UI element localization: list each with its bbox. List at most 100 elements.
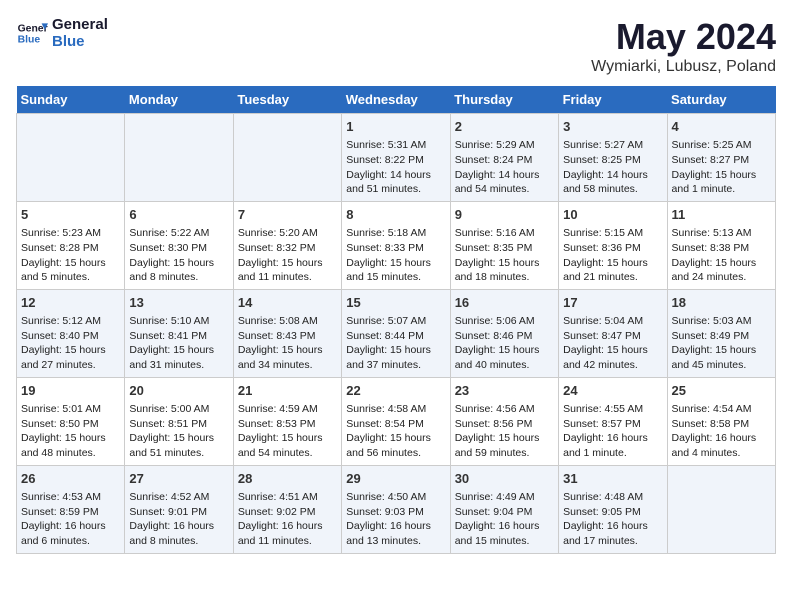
calendar-cell: 22 Sunrise: 4:58 AMSunset: 8:54 PMDayligh… [342,377,450,465]
calendar-week-row: 19 Sunrise: 5:01 AMSunset: 8:50 PMDayligh… [17,377,776,465]
calendar-cell: 11 Sunrise: 5:13 AMSunset: 8:38 PMDayligh… [667,201,775,289]
day-number: 7 [238,206,337,224]
day-number: 31 [563,470,662,488]
calendar-week-row: 26 Sunrise: 4:53 AMSunset: 8:59 PMDayligh… [17,465,776,553]
cell-details: Sunrise: 5:01 AMSunset: 8:50 PMDaylight:… [21,402,120,461]
col-wednesday: Wednesday [342,86,450,114]
day-number: 3 [563,118,662,136]
day-number: 23 [455,382,554,400]
col-sunday: Sunday [17,86,125,114]
day-number: 22 [346,382,445,400]
calendar-cell: 30Sunrise: 4:49 AMSunset: 9:04 PMDayligh… [450,465,558,553]
cell-details: Sunrise: 5:00 AMSunset: 8:51 PMDaylight:… [129,402,228,461]
cell-details: Sunrise: 5:13 AMSunset: 8:38 PMDaylight:… [672,226,771,285]
logo-icon: General Blue [16,17,48,49]
cell-details: Sunrise: 4:51 AMSunset: 9:02 PMDaylight:… [238,490,337,549]
calendar-cell: 9Sunrise: 5:16 AMSunset: 8:35 PMDaylight… [450,201,558,289]
col-friday: Friday [559,86,667,114]
cell-details: Sunrise: 5:08 AMSunset: 8:43 PMDaylight:… [238,314,337,373]
day-number: 4 [672,118,771,136]
calendar-cell: 7 Sunrise: 5:20 AMSunset: 8:32 PMDaylight… [233,201,341,289]
cell-details: Sunrise: 4:53 AMSunset: 8:59 PMDaylight:… [21,490,120,549]
cell-details: Sunrise: 5:22 AMSunset: 8:30 PMDaylight:… [129,226,228,285]
cell-details: Sunrise: 4:48 AMSunset: 9:05 PMDaylight:… [563,490,662,549]
col-tuesday: Tuesday [233,86,341,114]
calendar-cell: 14 Sunrise: 5:08 AMSunset: 8:43 PMDayligh… [233,289,341,377]
calendar-cell [233,114,341,202]
calendar-cell: 6Sunrise: 5:22 AMSunset: 8:30 PMDaylight… [125,201,233,289]
calendar-cell: 2 Sunrise: 5:29 AMSunset: 8:24 PMDaylight… [450,114,558,202]
calendar-header-row: Sunday Monday Tuesday Wednesday Thursday… [17,86,776,114]
calendar-cell: 19 Sunrise: 5:01 AMSunset: 8:50 PMDayligh… [17,377,125,465]
calendar-cell [125,114,233,202]
calendar-cell: 3 Sunrise: 5:27 AMSunset: 8:25 PMDaylight… [559,114,667,202]
calendar-cell: 4 Sunrise: 5:25 AMSunset: 8:27 PMDaylight… [667,114,775,202]
day-number: 13 [129,294,228,312]
col-saturday: Saturday [667,86,775,114]
cell-details: Sunrise: 4:49 AMSunset: 9:04 PMDaylight:… [455,490,554,549]
day-number: 29 [346,470,445,488]
day-number: 25 [672,382,771,400]
day-number: 14 [238,294,337,312]
day-number: 15 [346,294,445,312]
calendar-cell: 27 Sunrise: 4:52 AMSunset: 9:01 PMDayligh… [125,465,233,553]
col-thursday: Thursday [450,86,558,114]
cell-details: Sunrise: 5:12 AMSunset: 8:40 PMDaylight:… [21,314,120,373]
cell-details: Sunrise: 4:59 AMSunset: 8:53 PMDaylight:… [238,402,337,461]
calendar-cell: 29Sunrise: 4:50 AMSunset: 9:03 PMDayligh… [342,465,450,553]
cell-details: Sunrise: 5:29 AMSunset: 8:24 PMDaylight:… [455,138,554,197]
day-number: 11 [672,206,771,224]
cell-details: Sunrise: 5:20 AMSunset: 8:32 PMDaylight:… [238,226,337,285]
calendar-table: Sunday Monday Tuesday Wednesday Thursday… [16,86,776,554]
calendar-cell: 31 Sunrise: 4:48 AMSunset: 9:05 PMDayligh… [559,465,667,553]
calendar-cell: 16 Sunrise: 5:06 AMSunset: 8:46 PMDayligh… [450,289,558,377]
cell-details: Sunrise: 5:06 AMSunset: 8:46 PMDaylight:… [455,314,554,373]
calendar-cell: 23 Sunrise: 4:56 AMSunset: 8:56 PMDayligh… [450,377,558,465]
title-area: May 2024 Wymiarki, Lubusz, Poland [591,16,776,76]
day-number: 24 [563,382,662,400]
calendar-cell: 21Sunrise: 4:59 AMSunset: 8:53 PMDayligh… [233,377,341,465]
calendar-cell: 17Sunrise: 5:04 AMSunset: 8:47 PMDayligh… [559,289,667,377]
calendar-cell: 28 Sunrise: 4:51 AMSunset: 9:02 PMDayligh… [233,465,341,553]
svg-text:Blue: Blue [18,35,41,46]
cell-details: Sunrise: 4:58 AMSunset: 8:54 PMDaylight:… [346,402,445,461]
calendar-cell: 12Sunrise: 5:12 AMSunset: 8:40 PMDayligh… [17,289,125,377]
calendar-cell [17,114,125,202]
calendar-subtitle: Wymiarki, Lubusz, Poland [591,58,776,76]
calendar-cell: 5Sunrise: 5:23 AMSunset: 8:28 PMDaylight… [17,201,125,289]
calendar-week-row: 12Sunrise: 5:12 AMSunset: 8:40 PMDayligh… [17,289,776,377]
day-number: 17 [563,294,662,312]
cell-details: Sunrise: 5:15 AMSunset: 8:36 PMDaylight:… [563,226,662,285]
cell-details: Sunrise: 5:27 AMSunset: 8:25 PMDaylight:… [563,138,662,197]
day-number: 26 [21,470,120,488]
calendar-title: May 2024 [591,16,776,58]
calendar-week-row: 5Sunrise: 5:23 AMSunset: 8:28 PMDaylight… [17,201,776,289]
calendar-cell: 20Sunrise: 5:00 AMSunset: 8:51 PMDayligh… [125,377,233,465]
day-number: 27 [129,470,228,488]
cell-details: Sunrise: 5:10 AMSunset: 8:41 PMDaylight:… [129,314,228,373]
cell-details: Sunrise: 4:56 AMSunset: 8:56 PMDaylight:… [455,402,554,461]
calendar-cell: 25Sunrise: 4:54 AMSunset: 8:58 PMDayligh… [667,377,775,465]
calendar-cell: 18Sunrise: 5:03 AMSunset: 8:49 PMDayligh… [667,289,775,377]
calendar-cell: 26 Sunrise: 4:53 AMSunset: 8:59 PMDayligh… [17,465,125,553]
calendar-cell: 8Sunrise: 5:18 AMSunset: 8:33 PMDaylight… [342,201,450,289]
day-number: 5 [21,206,120,224]
cell-details: Sunrise: 5:25 AMSunset: 8:27 PMDaylight:… [672,138,771,197]
day-number: 19 [21,382,120,400]
cell-details: Sunrise: 5:31 AMSunset: 8:22 PMDaylight:… [346,138,445,197]
calendar-cell: 24Sunrise: 4:55 AMSunset: 8:57 PMDayligh… [559,377,667,465]
day-number: 10 [563,206,662,224]
day-number: 2 [455,118,554,136]
cell-details: Sunrise: 5:18 AMSunset: 8:33 PMDaylight:… [346,226,445,285]
calendar-week-row: 1 Sunrise: 5:31 AMSunset: 8:22 PMDaylight… [17,114,776,202]
cell-details: Sunrise: 4:52 AMSunset: 9:01 PMDaylight:… [129,490,228,549]
cell-details: Sunrise: 5:07 AMSunset: 8:44 PMDaylight:… [346,314,445,373]
day-number: 28 [238,470,337,488]
day-number: 9 [455,206,554,224]
cell-details: Sunrise: 5:03 AMSunset: 8:49 PMDaylight:… [672,314,771,373]
day-number: 1 [346,118,445,136]
col-monday: Monday [125,86,233,114]
calendar-cell: 13 Sunrise: 5:10 AMSunset: 8:41 PMDayligh… [125,289,233,377]
calendar-cell: 15 Sunrise: 5:07 AMSunset: 8:44 PMDayligh… [342,289,450,377]
day-number: 16 [455,294,554,312]
